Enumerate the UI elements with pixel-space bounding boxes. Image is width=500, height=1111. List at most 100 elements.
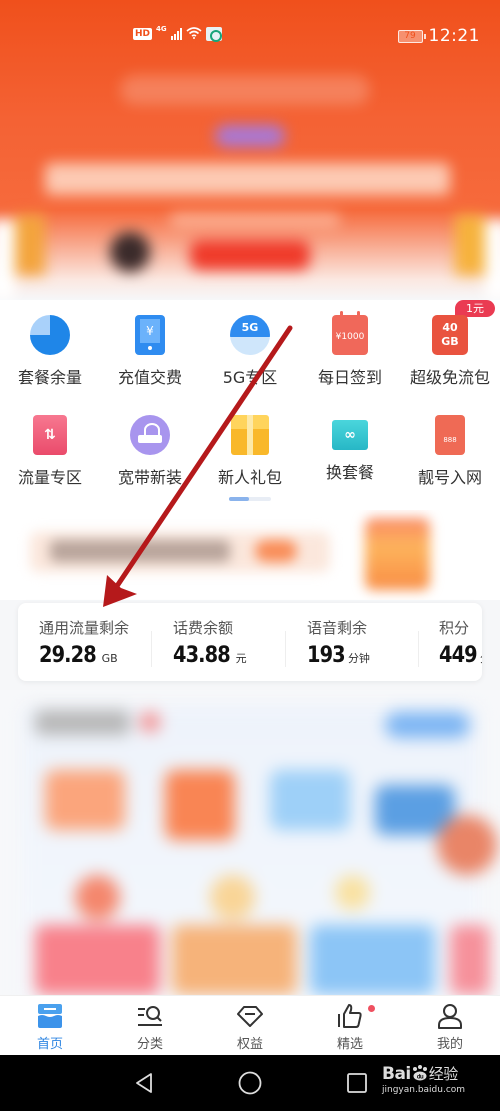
quick-menu-label: 充值交费 (117, 368, 182, 387)
balance-number: 449 (439, 643, 478, 668)
diamond-icon (237, 1003, 263, 1029)
quick-menu-item-lucky-number[interactable]: 888 靓号入网 (400, 415, 500, 488)
header-banner: HD 4G 79 12:21 (0, 0, 500, 300)
quick-menu-item-plan-balance[interactable]: 套餐余量 (0, 315, 100, 388)
banner-graphic-blurred (110, 232, 150, 272)
section-badge-blurred (140, 712, 160, 732)
quick-menu-item-checkin[interactable]: ¥1000 每日签到 (300, 311, 400, 388)
quick-menu-item-free-data[interactable]: 40 GB 超级免流包 (400, 315, 500, 388)
search-bar-blurred[interactable] (120, 75, 370, 105)
status-icons-right: 79 12:21 (397, 26, 481, 46)
watermark-url: jingyan.baidu.com (382, 1085, 466, 1095)
section-more-button-blurred[interactable] (385, 712, 470, 738)
quick-menu-label: 靓号入网 (417, 468, 482, 487)
phone-payment-icon (135, 315, 165, 355)
thumbs-up-icon (337, 1003, 363, 1029)
svg-text:du: du (417, 1075, 424, 1081)
5g-icon: 5G (230, 315, 270, 355)
product-card-blurred[interactable] (450, 925, 490, 995)
banner-prev-card-blurred (15, 215, 45, 275)
bottom-tab-bar: 首页 分类 权益 精选 我的 (0, 995, 500, 1055)
gift-icon (231, 415, 269, 455)
floating-button-blurred[interactable] (437, 815, 497, 875)
signal-icon (170, 28, 182, 40)
tab-benefits[interactable]: 权益 (200, 996, 300, 1056)
quick-menu-item-new-user-gift[interactable]: 新人礼包 (200, 415, 300, 488)
balance-label: 语音剩余 (307, 619, 368, 637)
banner-graphic-blurred (190, 240, 310, 270)
promo-button-blurred[interactable] (255, 540, 297, 562)
data-ticket-icon: 40 GB (432, 315, 468, 355)
banner-tag-blurred (215, 125, 285, 147)
divider (285, 631, 286, 667)
product-image-blurred (75, 875, 120, 920)
balance-value: 193 分钟 (307, 643, 370, 668)
status-bar: HD 4G 79 12:21 (0, 22, 500, 52)
watermark-suffix: 经验 (428, 1065, 459, 1083)
wifi-icon (186, 26, 202, 42)
pie-chart-icon (30, 315, 70, 355)
app-notification-icon (205, 27, 222, 42)
clock: 12:21 (428, 26, 480, 46)
quick-menu-grid: 1元 套餐余量 充值交费 5G 5G专区 ¥1000 每日签到 40GB 超级免… (0, 300, 500, 510)
tab-label: 首页 (36, 1037, 63, 1052)
tab-category[interactable]: 分类 (100, 996, 200, 1056)
offer-card-blurred[interactable] (165, 770, 235, 840)
product-image-blurred (335, 875, 370, 910)
home-circle-icon[interactable] (238, 1071, 262, 1095)
balance-value: 449 分 (439, 643, 482, 668)
balance-value: 43.88 元 (173, 643, 247, 668)
quick-menu-label: 宽带新装 (117, 468, 182, 487)
tab-home[interactable]: 首页 (0, 996, 100, 1056)
battery-icon: 79 (397, 29, 426, 43)
quick-menu-item-recharge[interactable]: 充值交费 (100, 315, 200, 388)
quick-menu-label: 换套餐 (325, 463, 374, 482)
balance-number: 193 (307, 643, 346, 668)
banner-edge (485, 220, 500, 300)
balance-unit: 分钟 (347, 652, 370, 665)
product-card-blurred[interactable] (172, 925, 297, 995)
balance-value: 29.28 GB (39, 643, 118, 668)
balance-label: 积分 (439, 619, 470, 637)
quick-menu-item-data-zone[interactable]: ⇅ 流量专区 (0, 415, 100, 488)
calendar-icon: ¥1000 (332, 311, 368, 355)
quick-menu-label: 每日签到 (317, 368, 382, 387)
tab-label: 权益 (236, 1037, 263, 1052)
product-card-blurred[interactable] (310, 925, 435, 995)
data-transfer-icon: ⇅ (33, 415, 67, 455)
recents-icon[interactable] (345, 1071, 369, 1095)
balance-number: 29.28 (39, 643, 97, 668)
category-search-icon (137, 1003, 163, 1029)
quick-menu-item-change-plan[interactable]: ∞ 换套餐 (300, 415, 400, 483)
quick-menu-item-5g[interactable]: 5G 5G专区 (200, 315, 300, 388)
tab-featured[interactable]: 精选 (300, 996, 400, 1056)
promo-text-blurred (50, 540, 230, 562)
hd-icon: HD (133, 28, 153, 40)
phone-number-icon: 888 (435, 415, 465, 455)
quick-menu-label: 超级免流包 (409, 368, 490, 387)
account-balance-card: 通用流量剩余 29.28 GB 话费余额 43.88 元 语音剩余 193 分钟… (18, 603, 482, 681)
banner-subtitle-blurred (170, 213, 340, 227)
banner-next-card-blurred (455, 215, 485, 275)
tab-profile[interactable]: 我的 (400, 996, 500, 1056)
balance-unit: GB (101, 652, 118, 665)
quick-menu-label: 套餐余量 (17, 368, 82, 387)
back-icon[interactable] (132, 1071, 156, 1095)
offer-card-blurred[interactable] (270, 770, 350, 830)
product-card-blurred[interactable] (35, 925, 160, 995)
product-image-blurred (210, 875, 255, 920)
notification-dot (368, 1005, 375, 1012)
baidu-jingyan-watermark: Bai du 经验 jingyan.baidu.com (382, 1063, 465, 1095)
promo-strip[interactable] (0, 510, 500, 600)
quick-menu-item-broadband[interactable]: 宽带新装 (100, 415, 200, 488)
offer-card-blurred[interactable] (45, 770, 125, 830)
blurred-promo-content (0, 510, 500, 600)
quick-menu-label: 新人礼包 (217, 468, 282, 487)
banner-headline-blurred (45, 163, 450, 195)
banner-edge (0, 220, 15, 300)
system-navigation-bar: Bai du 经验 jingyan.baidu.com (0, 1055, 500, 1111)
section-title-blurred (35, 710, 130, 735)
home-icon (37, 1003, 63, 1029)
folder-icon: ∞ (332, 420, 368, 450)
watermark-brand: Bai (382, 1064, 411, 1084)
